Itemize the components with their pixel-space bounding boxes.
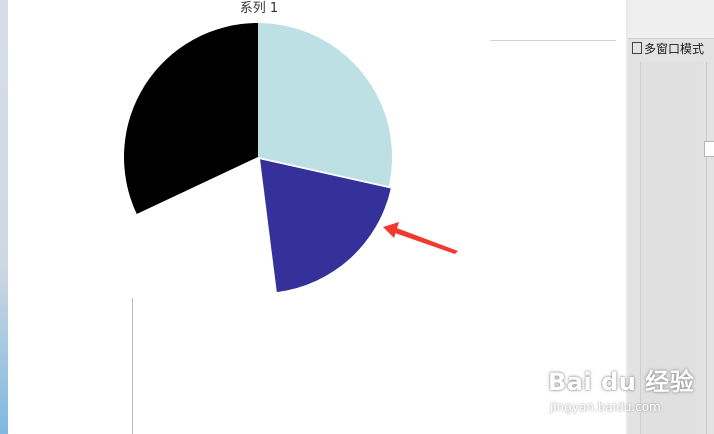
pie-slice-1[interactable] — [258, 23, 392, 187]
watermark-url: jingyan.baidu.com — [550, 400, 661, 414]
baidu-watermark: Bai du 经验 jingyan.baidu.com — [548, 362, 698, 422]
watermark-logo: Bai du 经验 — [548, 368, 695, 396]
annotation-arrow — [383, 222, 458, 254]
